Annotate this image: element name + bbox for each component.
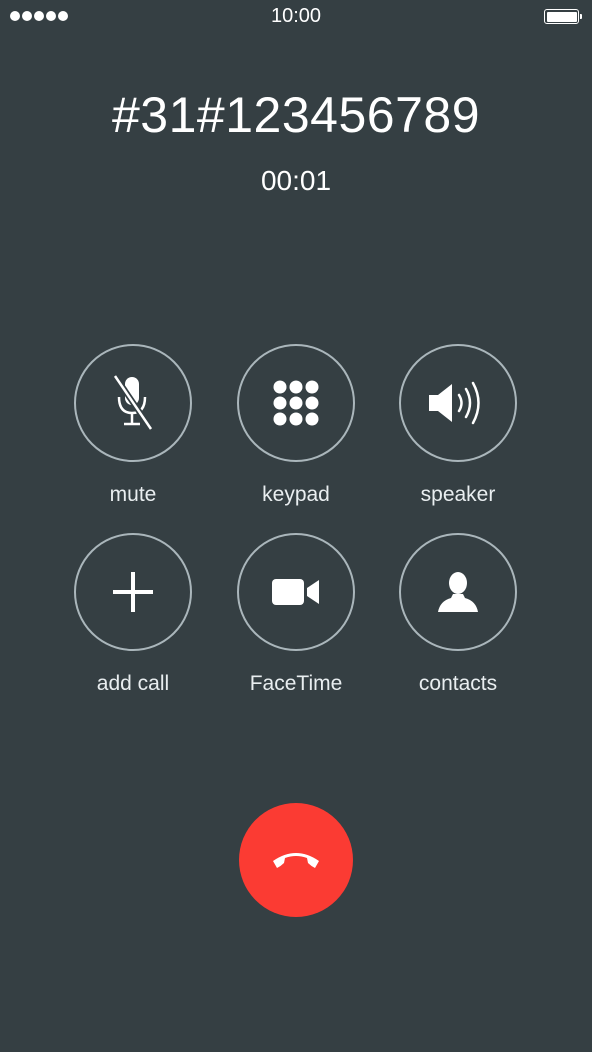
speaker-button[interactable]: speaker bbox=[383, 344, 533, 507]
contacts-ring[interactable] bbox=[399, 533, 517, 651]
end-call-icon bbox=[273, 853, 319, 868]
battery-fill bbox=[546, 11, 577, 22]
phone-number: #31#123456789 bbox=[112, 87, 480, 143]
add-call-ring[interactable] bbox=[74, 533, 192, 651]
call-duration: 00:01 bbox=[260, 165, 332, 196]
mic-off-icon bbox=[112, 374, 154, 431]
contacts-label: contacts bbox=[418, 672, 498, 695]
end-call-button[interactable] bbox=[239, 803, 353, 917]
speaker-label: speaker bbox=[420, 483, 496, 506]
mute-ring[interactable] bbox=[74, 344, 192, 462]
add-call-label: add call bbox=[96, 672, 170, 695]
battery-shell bbox=[544, 9, 579, 24]
keypad-icon bbox=[273, 380, 319, 426]
mute-button[interactable]: mute bbox=[58, 344, 208, 507]
facetime-button[interactable]: FaceTime bbox=[221, 533, 371, 696]
battery-icon bbox=[544, 9, 582, 24]
keypad-button[interactable]: keypad bbox=[221, 344, 371, 507]
plus-icon bbox=[113, 572, 153, 612]
keypad-ring[interactable] bbox=[237, 344, 355, 462]
status-bar: 10:00 bbox=[0, 0, 592, 34]
status-time: 10:00 bbox=[270, 5, 322, 27]
contacts-button[interactable]: contacts bbox=[383, 533, 533, 696]
mute-label: mute bbox=[109, 483, 157, 506]
speaker-icon bbox=[429, 381, 480, 425]
speaker-ring[interactable] bbox=[399, 344, 517, 462]
battery-nub bbox=[579, 14, 582, 19]
facetime-ring[interactable] bbox=[237, 533, 355, 651]
call-screen: 10:00 #31#123456789 00:01 mute keypad sp… bbox=[0, 0, 592, 1052]
contact-person-icon bbox=[438, 572, 478, 612]
keypad-label: keypad bbox=[262, 483, 330, 506]
add-call-button[interactable]: add call bbox=[58, 533, 208, 696]
facetime-label: FaceTime bbox=[249, 672, 343, 695]
video-camera-icon bbox=[272, 579, 319, 605]
